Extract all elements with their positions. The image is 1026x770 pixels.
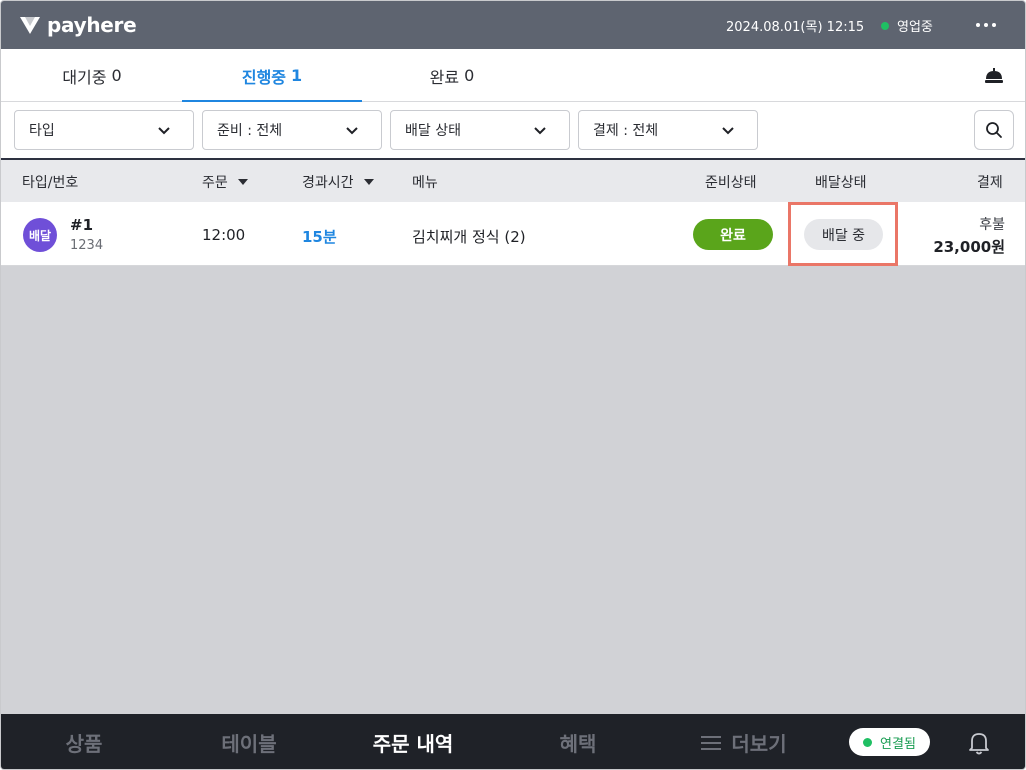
- header-label: 타입/번호: [22, 175, 79, 191]
- order-time: 12:00: [202, 226, 246, 244]
- delivery-type-badge: 배달: [23, 218, 57, 252]
- header-type-no: 타입/번호: [22, 172, 78, 192]
- prep-status-button[interactable]: 완료: [693, 219, 773, 250]
- sort-caret-icon: [363, 179, 374, 185]
- nav-products[interactable]: 상품: [21, 714, 147, 769]
- nav-more[interactable]: 더보기: [681, 714, 807, 769]
- nav-order-history[interactable]: 주문 내역: [350, 714, 476, 769]
- payment-amount: 23,000원: [933, 238, 1005, 256]
- status-tabs: 대기중 0 진행중 1 완료 0: [1, 49, 1025, 103]
- nav-label: 테이블: [221, 732, 277, 756]
- header-menu: 메뉴: [412, 172, 438, 192]
- sort-caret-icon: [237, 179, 248, 185]
- menu-icon-line: [701, 747, 722, 750]
- delivery-filter-value: 배달 상태: [405, 123, 461, 139]
- prep-filter-value: 준비 : 전체: [217, 123, 283, 139]
- bottom-nav: 상품 테이블 주문 내역 혜택 더보기 연결됨: [1, 714, 1025, 769]
- header-label: 메뉴: [412, 175, 438, 191]
- brand-name: payhere: [47, 13, 137, 37]
- payment-filter-value: 결제 : 전체: [593, 123, 659, 139]
- payment-filter-select[interactable]: 결제 : 전체: [578, 110, 758, 150]
- search-button[interactable]: [974, 110, 1014, 150]
- header-label: 경과시간: [302, 175, 354, 191]
- tab-count: 0: [111, 66, 122, 85]
- table-row[interactable]: 배달 #1 1234 12:00 15분 김치찌개 정식 (2) 완료 배달 중…: [1, 202, 1025, 266]
- header-prep-status: 준비상태: [705, 172, 757, 192]
- order-sub-number: 1234: [70, 238, 104, 253]
- tab-label: 대기중: [62, 67, 107, 87]
- tab-label: 완료: [429, 67, 460, 87]
- delivery-status-button[interactable]: 배달 중: [804, 219, 883, 250]
- header-payment: 결제: [977, 172, 1003, 192]
- order-menu: 김치찌개 정식 (2): [412, 228, 526, 246]
- nav-label: 더보기: [731, 732, 787, 756]
- delivery-filter-select[interactable]: 배달 상태: [390, 110, 570, 150]
- nav-benefits[interactable]: 혜택: [515, 714, 641, 769]
- filter-bar: 타입 준비 : 전체 배달 상태 결제 : 전체: [1, 102, 1025, 158]
- menu-icon-line: [701, 735, 722, 738]
- service-bell-icon[interactable]: [983, 66, 1005, 84]
- status-dot-icon: [881, 21, 889, 30]
- menu-icon-line: [701, 741, 722, 744]
- header-label: 결제: [977, 175, 1003, 191]
- connection-label: 연결됨: [880, 736, 916, 752]
- connection-status-badge: 연결됨: [849, 728, 930, 756]
- tab-completed[interactable]: 완료 0: [362, 49, 542, 102]
- header-elapsed-sort[interactable]: 경과시간: [302, 172, 374, 192]
- notification-bell-icon[interactable]: [967, 730, 991, 756]
- tab-count: 1: [291, 66, 303, 85]
- menu-icon: [701, 735, 722, 751]
- brand-logo: payhere: [19, 13, 137, 37]
- store-status-label: 영업중: [897, 20, 933, 35]
- logo-icon: [20, 17, 40, 34]
- more-icon-dot: [992, 23, 996, 27]
- chevron-down-icon: [534, 127, 546, 135]
- store-status: 영업중: [881, 16, 933, 35]
- nav-tables[interactable]: 테이블: [186, 714, 312, 769]
- elapsed-time: 15분: [302, 228, 337, 246]
- more-menu-button[interactable]: [971, 13, 1001, 37]
- search-icon: [986, 122, 1002, 138]
- current-datetime: 2024.08.01(목) 12:15: [726, 20, 865, 35]
- payment-type: 후불: [979, 217, 1005, 233]
- header-delivery-status: 배달상태: [815, 172, 867, 192]
- chevron-down-icon: [346, 127, 358, 135]
- nav-label: 혜택: [559, 732, 597, 756]
- connection-dot-icon: [863, 737, 873, 747]
- nav-label: 주문 내역: [372, 732, 454, 756]
- tab-label: 진행중: [241, 67, 287, 87]
- app-frame: payhere 2024.08.01(목) 12:15 영업중 대기중 0 진행중…: [0, 0, 1026, 770]
- top-bar: payhere 2024.08.01(목) 12:15 영업중: [1, 1, 1025, 49]
- type-filter-value: 타입: [29, 123, 55, 139]
- tab-count: 0: [464, 66, 475, 85]
- header-label: 준비상태: [705, 175, 757, 191]
- tab-in-progress[interactable]: 진행중 1: [182, 49, 362, 103]
- header-order-sort[interactable]: 주문: [202, 172, 248, 192]
- header-label: 주문: [202, 175, 228, 191]
- more-icon: [976, 23, 980, 27]
- order-number: #1: [70, 216, 94, 234]
- table-header: 타입/번호 주문 경과시간 메뉴 준비상태 배달상태 결제: [1, 160, 1025, 202]
- nav-label: 상품: [65, 732, 103, 756]
- tab-waiting[interactable]: 대기중 0: [2, 49, 182, 102]
- prep-filter-select[interactable]: 준비 : 전체: [202, 110, 382, 150]
- chevron-down-icon: [158, 127, 170, 135]
- type-filter-select[interactable]: 타입: [14, 110, 194, 150]
- more-icon-dot: [984, 23, 988, 27]
- chevron-down-icon: [722, 127, 734, 135]
- header-label: 배달상태: [815, 175, 867, 191]
